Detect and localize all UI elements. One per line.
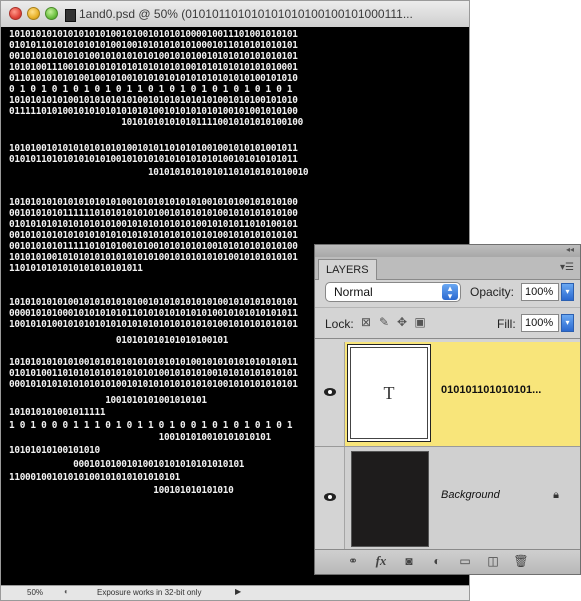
status-menu-arrow[interactable]: ▶ [235, 587, 241, 596]
fill-field[interactable]: 100% [521, 314, 559, 332]
binary-text-row: 1010101010101010101010010101010101010010… [9, 197, 298, 208]
collapse-icon[interactable]: ◂◂ [566, 245, 574, 254]
lock-transparent-icon[interactable]: ⊠ [359, 315, 373, 329]
info-icon[interactable]: ◐ [64, 588, 73, 596]
layer-name[interactable]: Background [441, 489, 500, 501]
layers-panel: ◂◂ LAYERS ▾☰ Normal ▴ ▾ Opacity: 100% ▾ L… [314, 244, 581, 575]
binary-text-row: 1010100111001010101010101010101010010101… [9, 62, 298, 73]
binary-text-row: 101010101001011111 [9, 407, 106, 418]
binary-text-row: 0110101010101001001010010101010101010101… [9, 73, 298, 84]
binary-text-row: 10101010100101010 [9, 445, 100, 456]
binary-text-row: 0000101010001010101010110101010101010100… [9, 308, 298, 319]
binary-text-row: 0001010101010101010100101010101010101010… [9, 379, 298, 390]
blend-mode-select[interactable]: Normal ▴ ▾ [325, 282, 461, 302]
layer-row-background[interactable]: Background 🔒︎ [315, 447, 580, 552]
binary-text-row: 0101011010101010101001010101010101010101… [9, 154, 298, 165]
stepper-icon: ▴ ▾ [442, 284, 458, 301]
visibility-toggle[interactable] [315, 447, 345, 551]
link-layers-icon[interactable]: ⚭ [345, 554, 361, 568]
new-layer-icon[interactable]: ◫ [485, 554, 501, 568]
fill-label: Fill: [497, 317, 516, 331]
binary-text-row: 1010101010101001010101010101010101001010… [9, 357, 298, 368]
binary-text-row: 0101010101010101010100101010101010100101… [9, 219, 298, 230]
trash-icon[interactable]: 🗑︎ [513, 554, 529, 568]
binary-text-row: 0010101010111111010101010101001010101010… [9, 208, 298, 219]
minimize-button[interactable] [27, 7, 40, 20]
layer-row-text[interactable]: T 010101101010101... [315, 342, 580, 447]
binary-text-row: 101010101010101101010101010010 [9, 167, 309, 178]
layer-thumbnail [351, 451, 429, 547]
layer-style-icon[interactable]: fx [373, 554, 389, 568]
binary-text-row: 0010101010101010101010101010101010101010… [9, 230, 298, 241]
eye-icon [324, 388, 336, 396]
lock-image-brush-icon[interactable]: ✎ [377, 315, 391, 329]
layer-name[interactable]: 010101101010101... [441, 384, 541, 396]
opacity-dropdown-button[interactable]: ▾ [561, 283, 574, 301]
adjustment-layer-icon[interactable]: ◐ [429, 554, 445, 568]
lock-icon: 🔒︎ [553, 489, 559, 501]
binary-text-row: 1101010101010101010101011 [9, 263, 143, 274]
binary-text-row: 1010101010101011110010101010100100 [9, 117, 303, 128]
blend-mode-value: Normal [334, 285, 373, 299]
binary-text-row: 1001010101001010101 [9, 395, 207, 406]
lock-all-icon[interactable]: ▣ [413, 315, 427, 329]
lock-label: Lock: [325, 317, 354, 331]
fill-dropdown-button[interactable]: ▾ [561, 314, 574, 332]
window-title: 1and0.psd @ 50% (01010110101010101010010… [79, 7, 413, 21]
binary-text-row: 00010101001010010101010101010101 [9, 459, 245, 470]
binary-text-row: 0010101010111110101010010100101010101001… [9, 241, 298, 252]
zoom-button[interactable] [45, 7, 58, 20]
opacity-label: Opacity: [470, 285, 515, 299]
close-button[interactable] [9, 7, 22, 20]
binary-text-row: 1010101001010101010101010101001010101010… [9, 252, 298, 263]
binary-text-row: 100101010010101010101 [9, 432, 272, 443]
binary-text-row: 0 1 0 1 0 1 0 1 0 1 0 1 1 0 1 0 1 0 1 0 … [9, 84, 293, 95]
layer-thumbnail: T [347, 344, 431, 442]
panel-bottom-bar: ⚭ fx ◙ ◐ ▭ ◫ 🗑︎ [315, 549, 580, 574]
lock-row: Lock: ⊠ ✎ ✥ ▣ Fill: 100% ▾ [315, 307, 580, 339]
document-icon [65, 9, 76, 22]
binary-text-row: 1010101010101010101001010010101010000100… [9, 29, 298, 40]
zoom-level[interactable]: 50% [27, 588, 43, 597]
binary-text-row: 1010101010100101010101010010101010101010… [9, 95, 298, 106]
binary-text-row: 0111110101001010101010101010010101010101… [9, 106, 298, 117]
panel-menu-icon[interactable]: ▾☰ [560, 262, 574, 273]
title-bar[interactable]: 1and0.psd @ 50% (01010110101010101010010… [1, 1, 469, 28]
binary-text-row: 100101010101010 [9, 485, 234, 496]
binary-text-row: 1 0 1 0 0 0 1 1 1 0 1 0 1 1 0 1 0 0 1 0 … [9, 420, 293, 431]
binary-text-row: 0101011010101010101001001010101010100010… [9, 40, 298, 51]
binary-text-row: 1010101010100101010101010010101010101010… [9, 297, 298, 308]
eye-icon [324, 493, 336, 501]
status-bar: 50% ◐ Exposure works in 32-bit only ▶ [1, 585, 469, 600]
add-mask-icon[interactable]: ◙ [401, 554, 417, 568]
panel-tab-row: LAYERS ▾☰ [315, 257, 580, 280]
lock-position-icon[interactable]: ✥ [395, 315, 409, 329]
new-group-icon[interactable]: ▭ [457, 554, 473, 568]
opacity-field[interactable]: 100% [521, 283, 559, 301]
binary-text-row: 1010100101010101010101001010110101010010… [9, 143, 298, 154]
visibility-toggle[interactable] [315, 342, 345, 446]
binary-text-row: 010101010101010100101 [9, 335, 229, 346]
binary-text-row: 1001010100101010101010101010101010101010… [9, 319, 298, 330]
status-message: Exposure works in 32-bit only [97, 588, 202, 597]
tab-layers[interactable]: LAYERS [318, 259, 377, 280]
binary-text-row: 11000100101010100101010101010101 [9, 472, 181, 483]
binary-text-row: 0010101010101010010101010101001010100101… [9, 51, 298, 62]
type-layer-icon: T [350, 347, 428, 439]
binary-text-row: 0101010011010101010101010101001010101001… [9, 368, 298, 379]
